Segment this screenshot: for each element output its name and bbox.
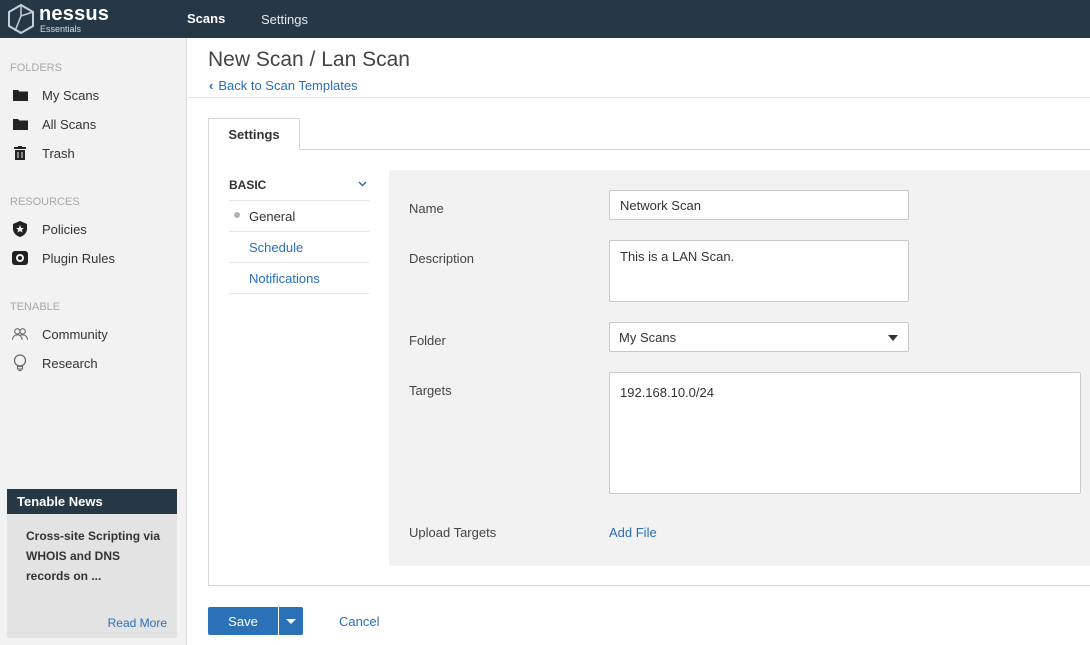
divider [188, 97, 1090, 98]
folder-icon [12, 87, 28, 103]
sidebar-item-label: Policies [42, 221, 87, 237]
folder-select-value: My Scans [619, 330, 677, 345]
sidebar-item-all-scans[interactable]: All Scans [12, 114, 96, 134]
upload-targets-label: Upload Targets [409, 525, 497, 540]
active-dot-icon [234, 212, 240, 218]
folder-label: Folder [409, 333, 446, 348]
caret-down-icon [286, 618, 296, 624]
tenable-news-widget: Tenable News Cross-site Scripting via WH… [7, 489, 177, 638]
divider [229, 262, 369, 263]
main-content: New Scan / Lan Scan ‹ Back to Scan Templ… [188, 38, 1090, 645]
description-field[interactable]: This is a LAN Scan. [609, 240, 909, 302]
sidebar-item-my-scans[interactable]: My Scans [12, 85, 99, 105]
section-folders: FOLDERS [10, 62, 62, 74]
section-tenable: TENABLE [10, 301, 61, 313]
folder-select[interactable]: My Scans [609, 322, 909, 352]
sidebar-item-label: Community [42, 326, 108, 342]
tab-settings[interactable]: Settings [208, 118, 300, 150]
folder-icon [12, 116, 28, 132]
sidebar: FOLDERS My Scans All Scans Trash RESOURC… [0, 38, 187, 645]
chevron-left-icon: ‹ [209, 78, 214, 93]
subnav-item-schedule[interactable]: Schedule [249, 240, 303, 255]
save-button[interactable]: Save [208, 607, 278, 635]
top-bar: nessus Essentials Scans Settings [0, 0, 1090, 38]
community-icon [12, 326, 28, 342]
sidebar-item-trash[interactable]: Trash [12, 143, 75, 163]
subnav-item-notifications[interactable]: Notifications [249, 271, 320, 286]
nessus-logo[interactable]: nessus Essentials [7, 3, 117, 35]
trash-icon [12, 145, 28, 161]
nav-scans[interactable]: Scans [187, 11, 225, 26]
news-headline[interactable]: Cross-site Scripting via WHOIS and DNS r… [7, 514, 177, 586]
back-to-templates-link[interactable]: ‹ Back to Scan Templates [209, 78, 358, 93]
sidebar-item-label: All Scans [42, 116, 97, 132]
sidebar-item-label: Plugin Rules [42, 250, 115, 266]
name-label: Name [409, 201, 444, 216]
sidebar-item-community[interactable]: Community [12, 324, 108, 344]
settings-panel: BASIC General Schedule Notifications Nam… [208, 149, 1090, 586]
subnav-item-general[interactable]: General [249, 209, 295, 224]
name-field[interactable]: Network Scan [609, 190, 909, 220]
sidebar-item-research[interactable]: Research [12, 353, 98, 373]
section-resources: RESOURCES [10, 196, 80, 208]
plugin-icon [12, 250, 28, 266]
save-options-button[interactable] [279, 607, 303, 635]
targets-field[interactable]: 192.168.10.0/24 [609, 372, 1081, 494]
page-title: New Scan / Lan Scan [208, 48, 410, 71]
nav-settings[interactable]: Settings [261, 12, 308, 27]
caret-down-icon [888, 335, 898, 341]
read-more-link[interactable]: Read More [108, 616, 167, 630]
chevron-down-icon [358, 178, 367, 190]
subnav-basic-header[interactable]: BASIC [229, 178, 369, 192]
targets-label: Targets [409, 383, 452, 398]
scan-settings-form: Name Network Scan Description This is a … [389, 170, 1090, 566]
sidebar-item-plugin-rules[interactable]: Plugin Rules [12, 248, 115, 268]
divider [229, 293, 369, 294]
sidebar-item-label: Research [42, 355, 98, 371]
description-label: Description [409, 251, 475, 266]
divider [229, 200, 369, 201]
back-link-label: Back to Scan Templates [218, 78, 358, 93]
sidebar-item-label: Trash [42, 145, 75, 161]
lightbulb-icon [12, 354, 28, 372]
nessus-hex-icon [8, 4, 34, 34]
logo-name: nessus [39, 3, 110, 25]
add-file-link[interactable]: Add File [609, 525, 657, 540]
cancel-button[interactable]: Cancel [339, 614, 379, 629]
sidebar-item-label: My Scans [42, 87, 100, 103]
divider [229, 231, 369, 232]
shield-star-icon [12, 221, 28, 237]
subnav-section-label: BASIC [229, 178, 267, 192]
sidebar-item-policies[interactable]: Policies [12, 219, 87, 239]
news-title: Tenable News [7, 489, 177, 514]
logo-subtitle: Essentials [40, 24, 82, 34]
